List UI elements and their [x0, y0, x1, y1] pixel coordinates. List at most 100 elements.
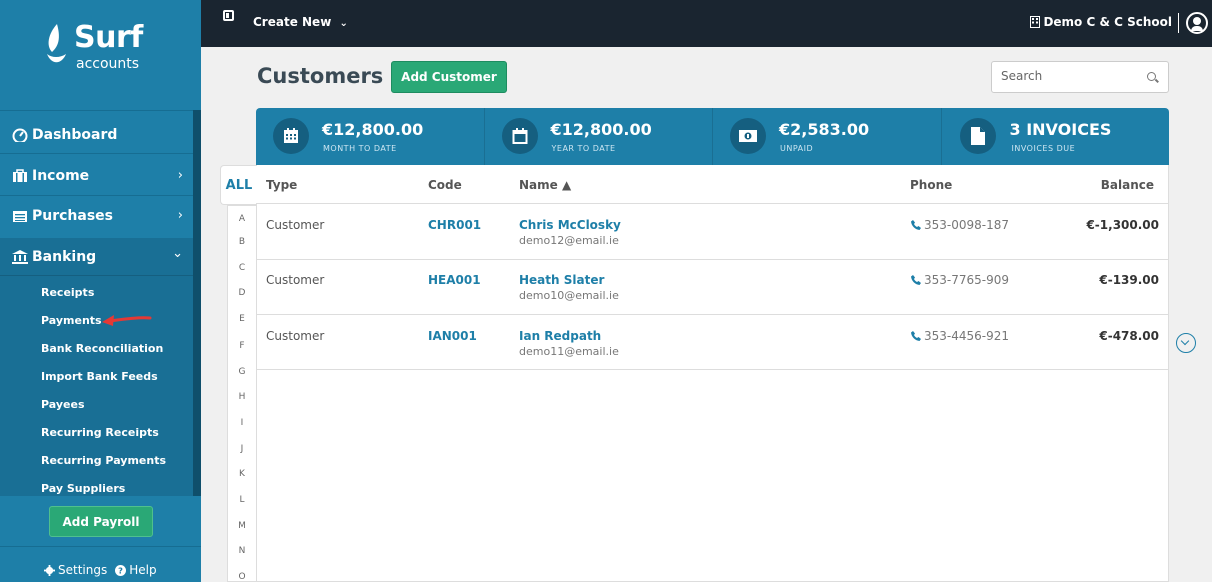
sidebar: Surf accounts Dashboard Income › Purchas… [0, 0, 201, 582]
cell-balance: €-139.00 [1099, 273, 1159, 287]
stat-value: €2,583.00 [779, 120, 870, 139]
alpha-filter-letter[interactable]: O [228, 572, 256, 582]
cell-balance: €-1,300.00 [1086, 218, 1159, 232]
divider [0, 195, 195, 196]
sidebar-item-recurring-receipts[interactable]: Recurring Receipts [41, 426, 159, 439]
phone-number: 353-0098-187 [924, 218, 1010, 232]
chevron-right-icon: › [177, 168, 183, 183]
alpha-filter-letter[interactable]: F [228, 341, 256, 351]
cell-phone: 353-7765-909 [911, 273, 1009, 287]
sidebar-item-dashboard[interactable]: Dashboard [12, 127, 117, 143]
stat-label: YEAR TO DATE [551, 144, 616, 153]
divider [256, 314, 1169, 315]
create-new-dropdown[interactable]: Create New ⌄ [253, 15, 348, 29]
phone-icon [911, 220, 921, 230]
sidebar-item-label: Purchases [32, 208, 114, 224]
page-title: Customers [257, 64, 384, 88]
surf-logo-icon [47, 24, 66, 63]
divider [256, 259, 1169, 260]
column-header-code[interactable]: Code [428, 178, 462, 192]
help-link[interactable]: ? Help [115, 563, 157, 577]
search-icon[interactable] [1147, 72, 1156, 81]
sidebar-item-income[interactable]: Income [12, 168, 192, 184]
sidebar-item-payments[interactable]: Payments [41, 314, 102, 327]
column-header-balance[interactable]: Balance [1054, 178, 1154, 192]
alpha-filter-letter[interactable]: E [228, 314, 256, 324]
surf-logo[interactable]: Surf accounts [44, 18, 174, 78]
stat-invoices-due[interactable]: 3 INVOICES INVOICES DUE [942, 108, 1170, 165]
alpha-filter-letter[interactable]: K [228, 469, 256, 479]
dashboard-icon [12, 128, 28, 142]
sidebar-item-purchases[interactable]: Purchases [12, 208, 113, 224]
cell-code[interactable]: CHR001 [428, 218, 481, 232]
document-icon [959, 118, 996, 154]
alpha-filter-all[interactable]: ALL [220, 165, 257, 205]
alpha-filter-letter[interactable]: D [228, 288, 256, 298]
income-icon [13, 169, 27, 182]
alpha-filter-letter[interactable]: J [228, 444, 256, 454]
red-arrow-icon [102, 315, 152, 326]
column-header-name[interactable]: Name ▲ [519, 178, 571, 192]
sidebar-item-recurring-payments[interactable]: Recurring Payments [41, 454, 166, 467]
sidebar-item-payees[interactable]: Payees [41, 398, 85, 411]
sidebar-toggle-icon[interactable] [223, 10, 234, 21]
cell-email: demo12@email.ie [519, 234, 619, 247]
phone-icon [911, 275, 921, 285]
stat-label: MONTH TO DATE [323, 144, 397, 153]
stat-value: €12,800.00 [550, 120, 652, 139]
stat-value: €12,800.00 [322, 120, 424, 139]
settings-link[interactable]: Settings [44, 563, 107, 577]
sidebar-item-label: Income [32, 168, 90, 184]
alpha-filter-letter[interactable]: G [228, 367, 256, 377]
user-avatar-icon[interactable] [1186, 12, 1208, 34]
add-payroll-button[interactable]: Add Payroll [49, 506, 153, 537]
sidebar-footer: Settings ? Help [44, 563, 157, 577]
cell-type: Customer [266, 329, 325, 343]
alpha-filter-letter[interactable]: A [228, 214, 256, 224]
stat-year-to-date[interactable]: €12,800.00 YEAR TO DATE [485, 108, 713, 165]
alpha-filter-letter[interactable]: M [228, 521, 256, 531]
calendar-grid-icon [273, 118, 309, 154]
stat-unpaid[interactable]: €2,583.00 UNPAID [713, 108, 942, 165]
purchases-icon [13, 211, 27, 222]
add-customer-button[interactable]: Add Customer [391, 61, 507, 93]
cell-type: Customer [266, 218, 325, 232]
sidebar-scrollbar[interactable] [193, 110, 201, 496]
sidebar-item-pay-suppliers[interactable]: Pay Suppliers [41, 482, 125, 495]
divider [1178, 13, 1179, 33]
alpha-filter-letter[interactable]: L [228, 495, 256, 505]
sidebar-item-receipts[interactable]: Receipts [41, 286, 94, 299]
stat-label: UNPAID [780, 144, 814, 153]
divider [256, 203, 1169, 204]
alpha-filter-letter[interactable]: C [228, 263, 256, 273]
column-header-phone[interactable]: Phone [910, 178, 952, 192]
stat-month-to-date[interactable]: €12,800.00 MONTH TO DATE [256, 108, 485, 165]
cell-name[interactable]: Heath Slater [519, 273, 604, 287]
cell-phone: 353-0098-187 [911, 218, 1009, 232]
cell-code[interactable]: HEA001 [428, 273, 481, 287]
banknote-icon [730, 118, 766, 154]
sidebar-item-bank-reconciliation[interactable]: Bank Reconciliation [41, 342, 163, 355]
settings-label: Settings [58, 563, 108, 577]
alpha-filter-letter[interactable]: I [228, 418, 256, 428]
search-input[interactable] [1001, 69, 1141, 83]
divider [0, 110, 195, 111]
company-switcher[interactable]: Demo C & C School [1030, 15, 1172, 29]
alpha-filter-letter[interactable]: H [228, 392, 256, 402]
gear-icon [44, 564, 55, 576]
building-icon [1030, 16, 1041, 28]
cell-name[interactable]: Ian Redpath [519, 329, 601, 343]
cell-code[interactable]: IAN001 [428, 329, 477, 343]
cell-phone: 353-4456-921 [911, 329, 1009, 343]
sidebar-item-banking[interactable]: Banking [12, 249, 96, 265]
sidebar-item-import-bank-feeds[interactable]: Import Bank Feeds [41, 370, 158, 383]
phone-number: 353-7765-909 [924, 273, 1010, 287]
alpha-filter-letter[interactable]: N [228, 546, 256, 556]
search-box[interactable] [991, 61, 1169, 93]
alpha-filter-letter[interactable]: B [228, 237, 256, 247]
cell-name[interactable]: Chris McClosky [519, 218, 621, 232]
stat-label: INVOICES DUE [1011, 144, 1076, 153]
column-header-type[interactable]: Type [266, 178, 297, 192]
expand-chevron-icon[interactable] [1176, 333, 1196, 353]
create-new-label: Create New [253, 15, 332, 29]
